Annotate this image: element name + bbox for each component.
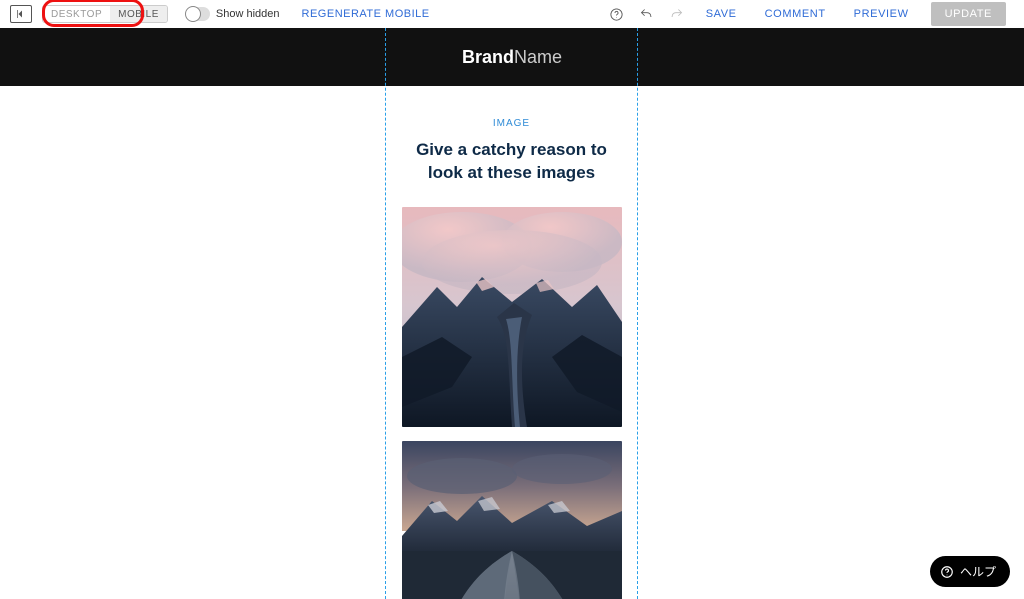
content-image-2[interactable]	[402, 441, 622, 599]
help-widget-label: ヘルプ	[960, 563, 996, 580]
view-toggle-mobile[interactable]: MOBILE	[110, 6, 167, 22]
view-toggle: DESKTOP MOBILE	[42, 5, 168, 23]
guide-left	[385, 28, 386, 599]
brand-light: Name	[514, 47, 562, 67]
content-image-1[interactable]	[402, 207, 622, 427]
section-eyebrow: IMAGE	[386, 118, 637, 129]
save-link[interactable]: SAVE	[706, 8, 737, 20]
back-button[interactable]	[10, 5, 32, 23]
show-hidden-label: Show hidden	[216, 8, 280, 20]
editor-canvas: BrandName IMAGE Give a catchy reason to …	[0, 28, 1024, 599]
preview-link[interactable]: PREVIEW	[854, 8, 909, 20]
editor-toolbar: DESKTOP MOBILE Show hidden REGENERATE MO…	[0, 0, 1024, 28]
view-toggle-desktop[interactable]: DESKTOP	[43, 6, 110, 22]
redo-icon[interactable]	[668, 5, 686, 23]
brand-logo: BrandName	[462, 47, 562, 68]
regenerate-mobile-link[interactable]: REGENERATE MOBILE	[302, 8, 430, 20]
undo-icon[interactable]	[638, 5, 656, 23]
comment-link[interactable]: COMMENT	[765, 8, 826, 20]
show-hidden-toggle-group: Show hidden	[186, 7, 280, 21]
guide-right	[637, 28, 638, 599]
brand-strong: Brand	[462, 47, 514, 67]
toggle-knob	[185, 6, 201, 22]
show-hidden-toggle[interactable]	[186, 7, 210, 21]
update-button[interactable]: UPDATE	[931, 2, 1006, 26]
back-arrow-icon	[15, 8, 27, 20]
brand-header: BrandName	[0, 28, 1024, 86]
help-icon[interactable]	[608, 5, 626, 23]
section-headline: Give a catchy reason to look at these im…	[404, 139, 619, 185]
help-widget[interactable]: ヘルプ	[930, 556, 1010, 587]
mobile-preview-content[interactable]: IMAGE Give a catchy reason to look at th…	[386, 86, 637, 599]
help-widget-icon	[940, 565, 954, 579]
